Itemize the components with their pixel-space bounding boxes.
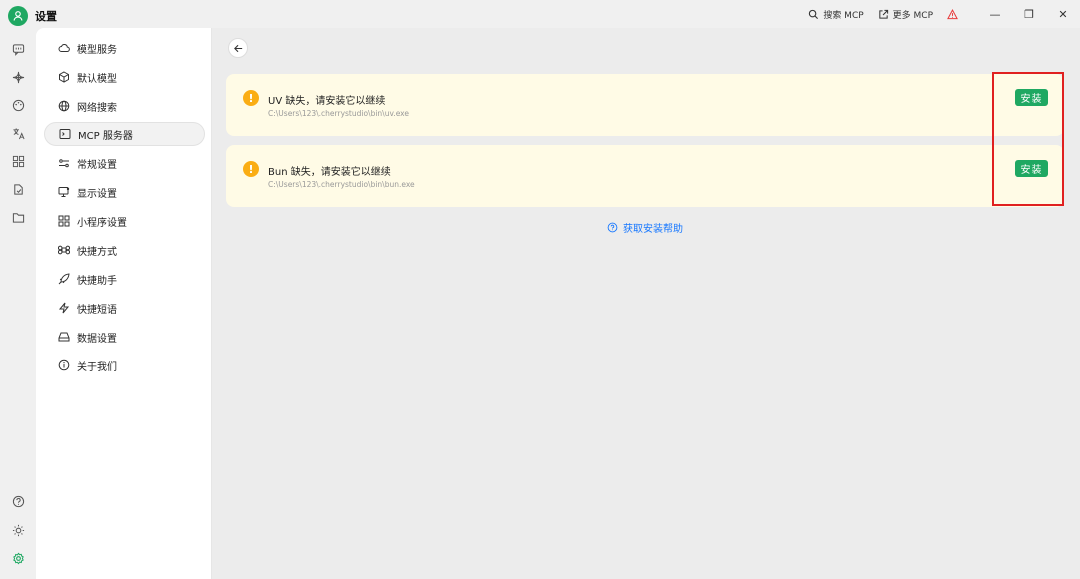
nav-item-label: 模型服务 <box>77 44 117 56</box>
translate-icon[interactable] <box>9 124 27 142</box>
nav-item-label: 网络搜索 <box>77 102 117 114</box>
help-circle-icon <box>607 222 618 233</box>
nav-item-quick-phrases[interactable]: 快捷短语 <box>44 296 205 320</box>
info-icon <box>58 359 70 371</box>
chat-icon[interactable] <box>9 40 27 58</box>
nav-item-label: 快捷方式 <box>77 246 117 258</box>
sparkle-icon[interactable] <box>9 68 27 86</box>
cube-icon <box>59 71 69 83</box>
install-help-link[interactable]: 获取安装帮助 <box>607 220 683 235</box>
bun-missing-alert: ! Bun 缺失，请安装它以继续 C:\Users\123\.cherrystu… <box>226 145 1064 207</box>
drive-icon <box>58 332 70 342</box>
nav-item-default-model[interactable]: 默认模型 <box>44 65 205 89</box>
nav-item-general-settings[interactable]: 常规设置 <box>44 151 205 175</box>
folder-icon[interactable] <box>9 208 27 226</box>
knowledge-icon[interactable] <box>9 180 27 198</box>
cloud-icon <box>58 44 70 52</box>
search-mcp-label: 搜索 MCP <box>823 10 864 21</box>
window-title: 设置 <box>35 10 57 23</box>
main-content: ! UV 缺失，请安装它以继续 C:\Users\123\.cherrystud… <box>212 28 1080 579</box>
command-icon <box>58 245 70 255</box>
terminal-icon <box>59 129 71 139</box>
nav-item-quick-assistant[interactable]: 快捷助手 <box>44 267 205 291</box>
warning-icon: ! <box>243 90 259 106</box>
zap-icon <box>58 302 70 314</box>
nav-item-label: 数据设置 <box>77 333 117 345</box>
icon-rail <box>0 28 36 579</box>
sliders-icon <box>59 159 69 168</box>
nav-item-label: 关于我们 <box>77 361 117 373</box>
nav-item-label: 小程序设置 <box>77 217 127 229</box>
warning-triangle-icon <box>947 8 958 19</box>
nav-item-miniapp-settings[interactable]: 小程序设置 <box>44 209 205 233</box>
arrow-left-icon <box>233 44 242 52</box>
highlight-annotation-box <box>992 72 1064 206</box>
nav-item-model-service[interactable]: 模型服务 <box>44 36 205 60</box>
warning-button[interactable] <box>947 8 958 20</box>
help-icon[interactable] <box>9 492 27 510</box>
nav-item-web-search[interactable]: 网络搜索 <box>44 94 205 118</box>
nav-item-label: 快捷助手 <box>77 275 117 287</box>
nav-item-label: MCP 服务器 <box>78 130 133 142</box>
more-mcp-button[interactable]: 更多 MCP <box>878 8 933 21</box>
nav-item-label: 快捷短语 <box>77 304 117 316</box>
alert-path: C:\Users\123\.cherrystudio\bin\bun.exe <box>268 180 415 189</box>
external-link-icon <box>878 9 888 19</box>
palette-icon[interactable] <box>9 96 27 114</box>
nav-item-label: 默认模型 <box>77 73 117 85</box>
alert-message: Bun 缺失，请安装它以继续 <box>268 167 391 178</box>
rocket-icon <box>58 273 70 285</box>
user-avatar-icon[interactable] <box>8 6 28 26</box>
uv-missing-alert: ! UV 缺失，请安装它以继续 C:\Users\123\.cherrystud… <box>226 74 1064 136</box>
theme-icon[interactable] <box>9 521 27 539</box>
maximize-button[interactable]: ❐ <box>1012 0 1046 28</box>
monitor-icon <box>58 187 70 197</box>
minimize-button[interactable]: — <box>978 0 1012 28</box>
nav-item-shortcuts[interactable]: 快捷方式 <box>44 238 205 262</box>
apps-icon[interactable] <box>9 152 27 170</box>
globe-icon <box>58 100 70 112</box>
nav-item-label: 显示设置 <box>77 188 117 200</box>
grid-icon <box>58 215 70 227</box>
back-button[interactable] <box>228 38 248 58</box>
more-mcp-label: 更多 MCP <box>892 10 933 21</box>
search-mcp-button[interactable]: 搜索 MCP <box>808 8 864 21</box>
warning-icon: ! <box>243 161 259 177</box>
title-bar: 设置 搜索 MCP 更多 MCP — ❐ ✕ <box>0 0 1080 28</box>
alert-message: UV 缺失，请安装它以继续 <box>268 96 386 107</box>
settings-nav: 模型服务 默认模型 网络搜索 MCP 服务器 常规设置 显示设置 小程序设置 快… <box>36 28 212 579</box>
nav-item-mcp-servers[interactable]: MCP 服务器 <box>44 122 205 146</box>
settings-icon[interactable] <box>9 549 27 567</box>
nav-item-display-settings[interactable]: 显示设置 <box>44 180 205 204</box>
close-button[interactable]: ✕ <box>1046 0 1080 28</box>
search-icon <box>809 9 819 19</box>
nav-item-data-settings[interactable]: 数据设置 <box>44 325 205 349</box>
nav-item-label: 常规设置 <box>77 159 117 171</box>
help-link-label: 获取安装帮助 <box>623 224 683 235</box>
alert-path: C:\Users\123\.cherrystudio\bin\uv.exe <box>268 109 409 118</box>
nav-item-about-us[interactable]: 关于我们 <box>44 353 205 377</box>
